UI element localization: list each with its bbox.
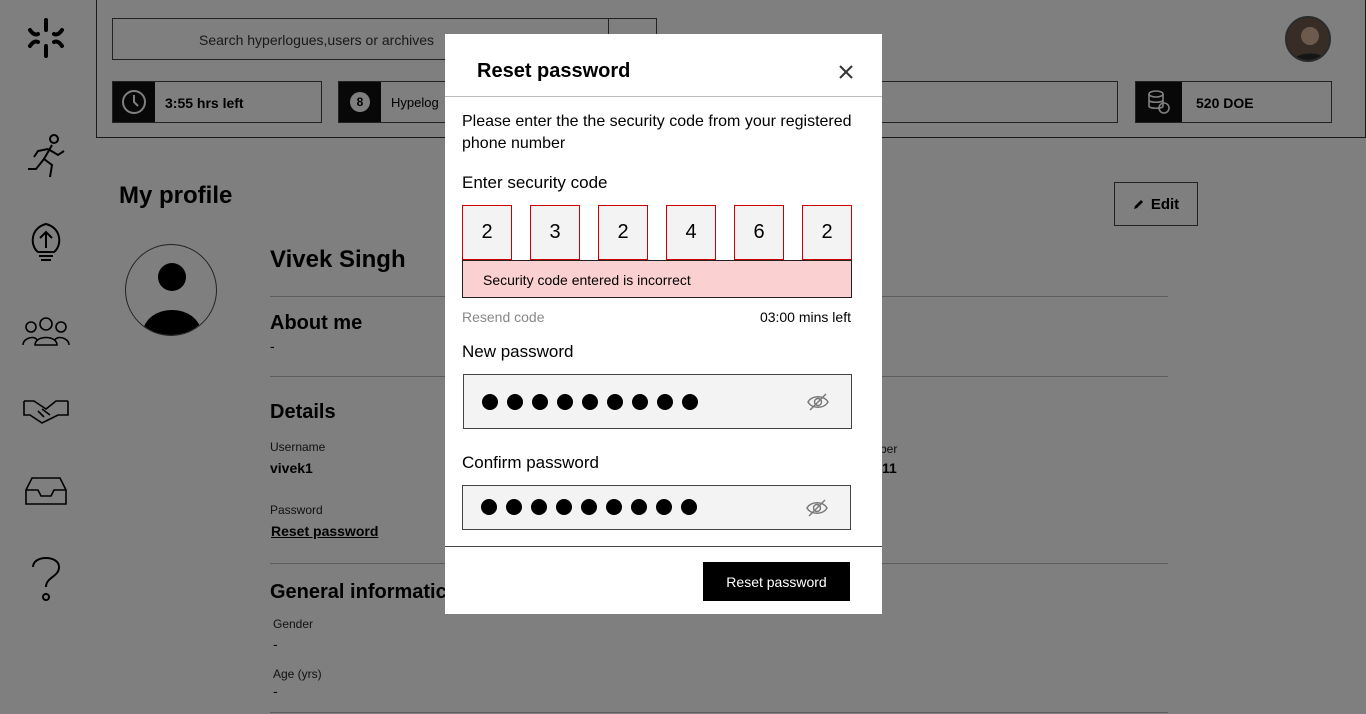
code-digit-input[interactable]: 4	[666, 205, 716, 260]
confirm-password-label: Confirm password	[462, 453, 599, 472]
modal-footer: Reset password	[445, 546, 882, 614]
code-digit-input[interactable]: 3	[530, 205, 580, 260]
modal-header: Reset password	[445, 34, 882, 97]
close-icon	[839, 65, 853, 79]
reset-password-modal: Reset password Please enter the the secu…	[445, 34, 882, 614]
reset-password-button[interactable]: Reset password	[703, 562, 850, 601]
password-mask	[481, 499, 697, 515]
new-password-field[interactable]	[463, 374, 852, 429]
instruction-text: Please enter the the security code from …	[462, 113, 852, 152]
code-digit-input[interactable]: 6	[734, 205, 784, 260]
password-mask	[482, 394, 698, 410]
close-button[interactable]	[836, 62, 856, 82]
security-code-label: Enter security code	[462, 173, 608, 192]
confirm-password-field[interactable]	[462, 485, 851, 530]
resend-code-link[interactable]: Resend code	[462, 309, 545, 325]
eye-slash-icon[interactable]	[806, 499, 828, 517]
eye-slash-icon[interactable]	[807, 393, 829, 411]
countdown-timer: 03:00 mins left	[759, 309, 851, 325]
modal-title: Reset password	[477, 60, 631, 82]
new-password-label: New password	[462, 342, 574, 361]
code-digit-input[interactable]: 2	[598, 205, 648, 260]
error-message: Security code entered is incorrect	[462, 260, 852, 298]
code-digit-input[interactable]: 2	[462, 205, 512, 260]
code-digit-input[interactable]: 2	[802, 205, 852, 260]
